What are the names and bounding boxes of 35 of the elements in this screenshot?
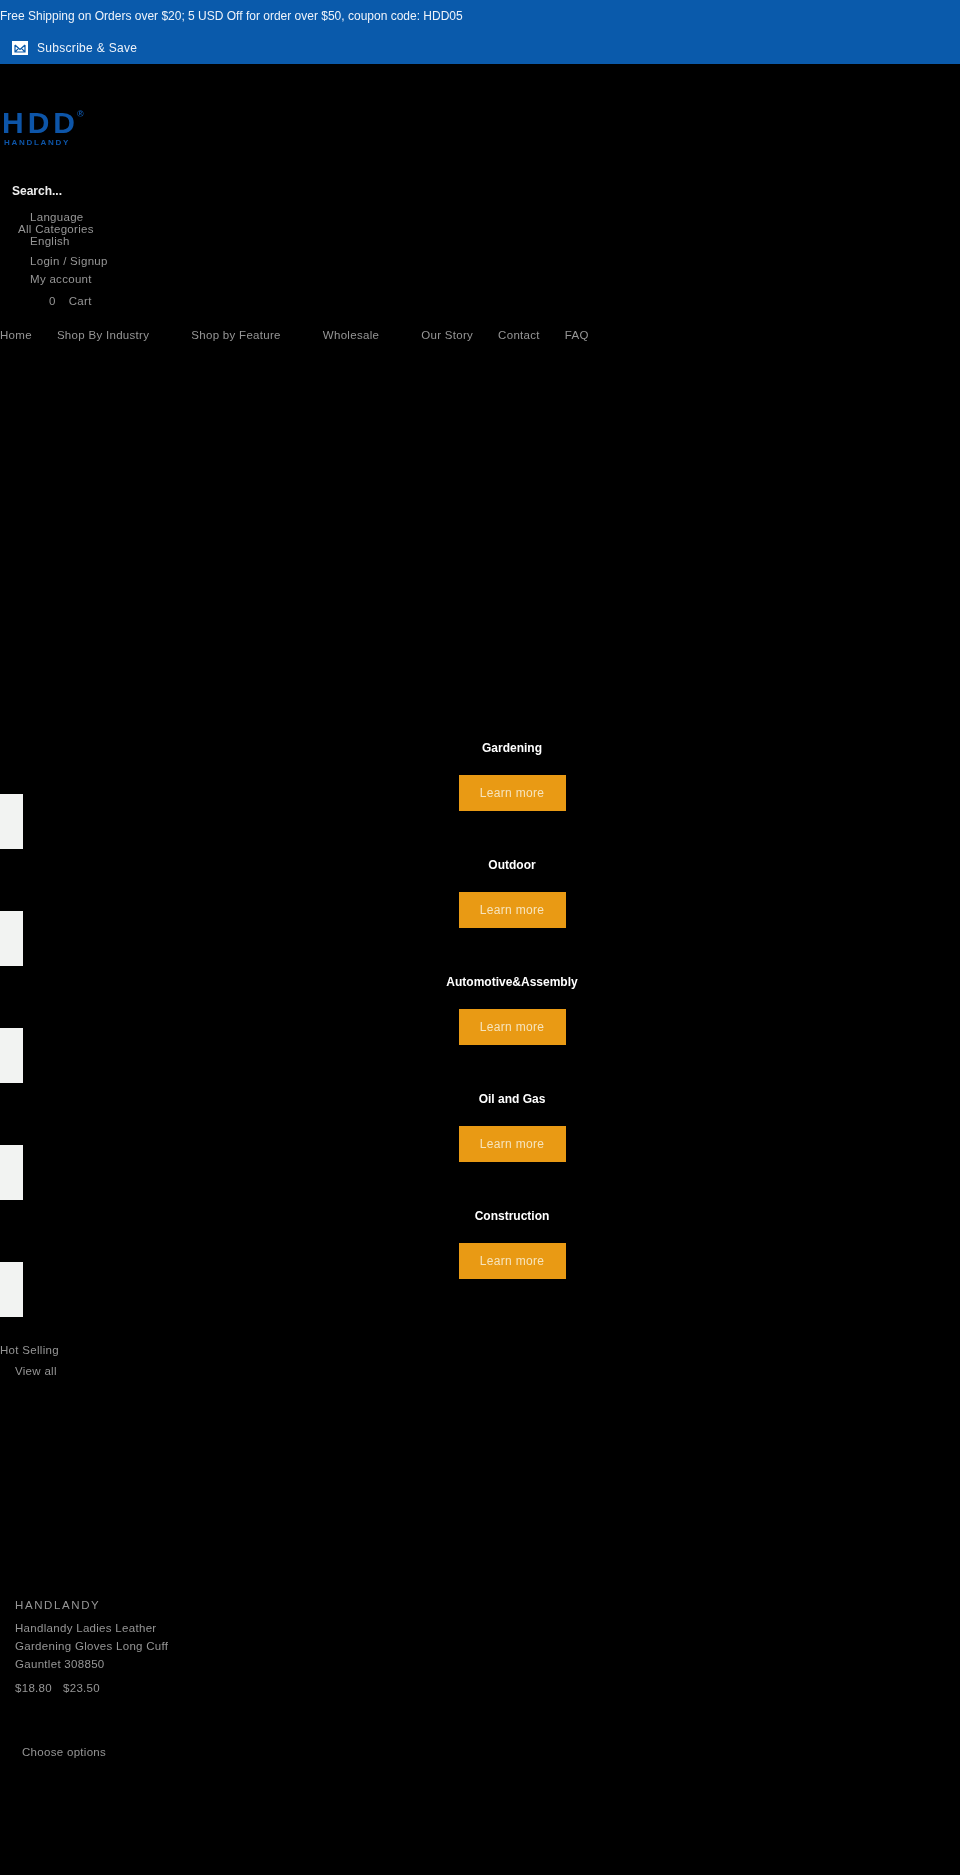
collection-title: Automotive&Assembly <box>446 974 578 990</box>
cart-count: 0 <box>49 295 56 307</box>
category-dropdown[interactable]: All Categories <box>18 223 94 235</box>
photo-placeholder <box>0 794 23 849</box>
photo-placeholder <box>0 1262 23 1317</box>
collection-title: Oil and Gas <box>478 1091 546 1107</box>
photo-placeholder <box>0 1145 23 1200</box>
nav-link[interactable]: FAQ <box>564 329 589 341</box>
view-all-link[interactable]: View all <box>15 1365 57 1377</box>
nav-link[interactable]: Our Story <box>421 329 474 341</box>
choose-options-button[interactable]: Choose options <box>22 1746 107 1758</box>
login-link[interactable]: Login / Signup <box>30 255 108 267</box>
language-label: Language <box>30 211 84 223</box>
collection-title: Outdoor <box>488 857 536 873</box>
collection-title: Gardening <box>482 740 542 756</box>
nav-link[interactable]: Shop By Industry <box>56 329 150 341</box>
search-field[interactable]: Search... <box>12 183 82 199</box>
nav-link[interactable]: Home <box>0 329 32 341</box>
product-title[interactable]: Handlandy Ladies Leather Gardening Gloves Long Cuff Gauntlet 308850 <box>15 1619 175 1673</box>
nav-link[interactable]: Shop by Feature <box>191 329 281 341</box>
announcement-text: Free Shipping on Orders over $20; 5 USD Off for order over $50, coupon code: HDD05 <box>0 8 464 24</box>
nav-link[interactable]: Wholesale <box>322 329 380 341</box>
cart-link[interactable]: Cart <box>68 295 92 307</box>
nav-link[interactable]: Contact <box>498 329 540 341</box>
section-title: Hot Selling <box>0 1344 59 1356</box>
envelope-icon <box>12 41 28 55</box>
sale-price: $18.80 <box>15 1682 52 1694</box>
account-link[interactable]: My account <box>30 273 92 285</box>
product-vendor: HANDLANDY <box>15 1599 101 1611</box>
regular-price: $23.50 <box>63 1682 100 1694</box>
collection-title: Construction <box>474 1208 550 1224</box>
subscribe-link[interactable]: Subscribe & Save <box>12 40 138 56</box>
photo-placeholder <box>0 911 23 966</box>
photo-placeholder <box>0 1028 23 1083</box>
language-selector[interactable]: English <box>30 235 70 247</box>
